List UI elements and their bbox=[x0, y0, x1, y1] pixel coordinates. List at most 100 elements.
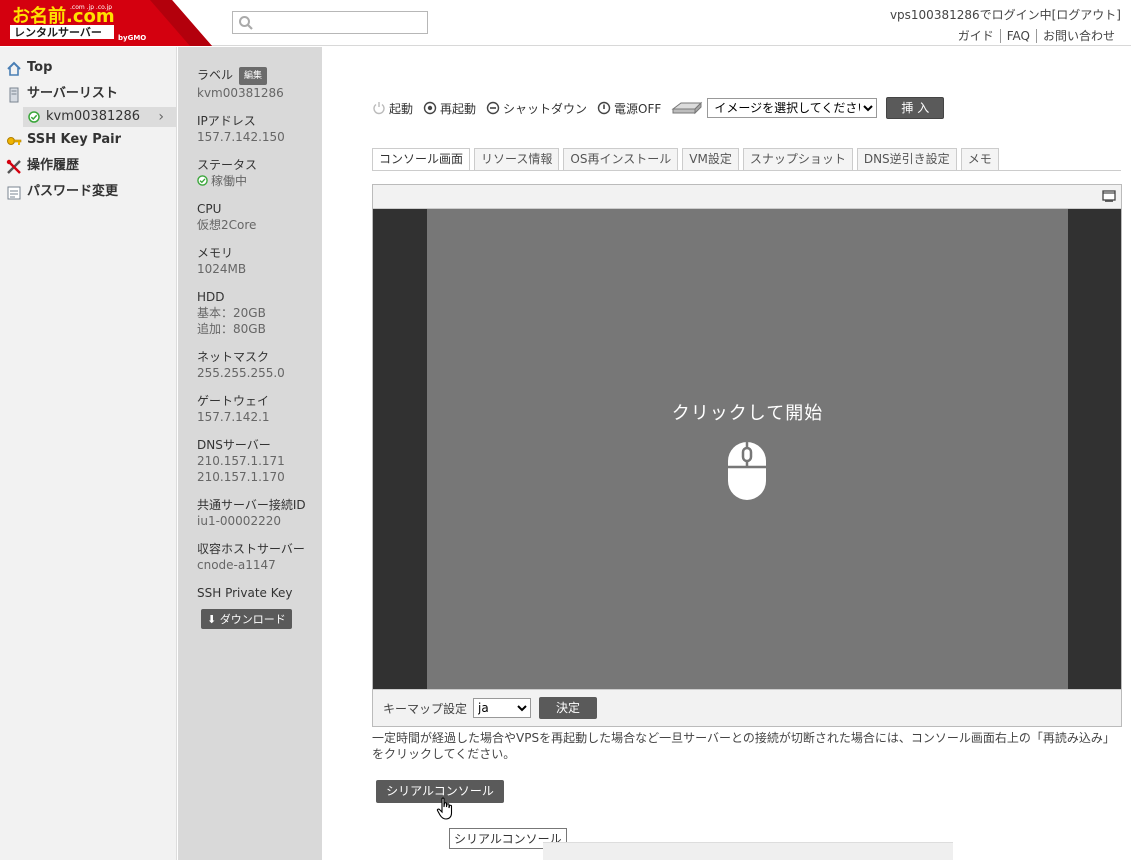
keymap-label: キーマップ設定 bbox=[383, 701, 468, 716]
home-icon bbox=[7, 61, 21, 76]
insert-button[interactable]: 挿 入 bbox=[886, 97, 945, 119]
logo-subtitle-text: レンタルサーバー bbox=[14, 26, 102, 39]
info-netmask: ネットマスク 255.255.255.0 bbox=[197, 349, 322, 381]
power-off-button[interactable]: 電源OFF bbox=[597, 100, 661, 117]
logo[interactable]: お名前.com .com .jp .co.jp レンタルサーバー byGMO bbox=[0, 0, 212, 46]
sidebar-item-top[interactable]: Top bbox=[0, 55, 176, 81]
login-status-text: vps100381286でログイン中 bbox=[889, 8, 1052, 22]
console-screen[interactable]: クリックして開始 bbox=[373, 209, 1121, 689]
keymap-row: キーマップ設定 ja 決定 bbox=[373, 689, 1121, 726]
info-dns: DNSサーバー 210.157.1.171 210.157.1.170 bbox=[197, 437, 322, 485]
console-start-area[interactable]: クリックして開始 bbox=[427, 209, 1068, 689]
hand-cursor-icon bbox=[436, 797, 453, 820]
host-title: 収容ホストサーバー bbox=[197, 542, 305, 556]
download-label: ダウンロード bbox=[219, 613, 286, 626]
sidebar-item-label: 操作履歴 bbox=[27, 158, 80, 173]
reboot-button[interactable]: 再起動 bbox=[423, 100, 476, 117]
tab-memo[interactable]: メモ bbox=[960, 148, 999, 170]
logo-domains-text: .com .jp .co.jp bbox=[70, 4, 112, 11]
header-links: ガイド FAQ お問い合わせ bbox=[890, 27, 1121, 44]
dns-value-2: 210.157.1.170 bbox=[197, 470, 285, 484]
iso-image-select[interactable]: イメージを選択してください bbox=[707, 98, 878, 118]
server-icon bbox=[9, 87, 19, 103]
disk-drive-icon bbox=[671, 101, 703, 115]
download-arrow-icon: ⬇ bbox=[207, 613, 217, 626]
fullscreen-icon[interactable] bbox=[1102, 190, 1116, 202]
memory-value: 1024MB bbox=[197, 262, 247, 276]
console-panel: クリックして開始 キーマップ設定 ja 決定 bbox=[372, 184, 1122, 727]
status-title: ステータス bbox=[197, 158, 258, 172]
memory-title: メモリ bbox=[197, 246, 234, 260]
main-content: 起動 再起動 シャットダウン 電源OFF イメージを選択してください 挿 入 コ… bbox=[322, 47, 1131, 860]
sidebar-item-ssh-key-pair[interactable]: SSH Key Pair bbox=[0, 127, 176, 153]
sidebar-item-selected-server[interactable]: kvm00381286 › bbox=[23, 107, 176, 127]
sidebar-item-password[interactable]: パスワード変更 bbox=[0, 179, 176, 205]
key-icon bbox=[7, 137, 22, 145]
login-status-line: vps100381286でログイン中[ログアウト] bbox=[890, 6, 1121, 23]
power-off-label: 電源OFF bbox=[614, 101, 662, 116]
gateway-title: ゲートウェイ bbox=[197, 394, 270, 408]
shared-id-title: 共通サーバー接続ID bbox=[197, 498, 306, 512]
tab-console[interactable]: コンソール画面 bbox=[372, 148, 471, 170]
label-title: ラベル bbox=[197, 68, 234, 82]
start-button[interactable]: 起動 bbox=[372, 100, 413, 117]
tab-os-reinstall[interactable]: OS再インストール bbox=[563, 148, 679, 170]
tools-icon bbox=[6, 159, 21, 174]
search-box[interactable] bbox=[232, 11, 428, 34]
shutdown-label: シャットダウン bbox=[503, 101, 588, 116]
ssh-key-title: SSH Private Key bbox=[197, 586, 293, 600]
status-ok-icon bbox=[197, 175, 208, 186]
tab-snapshot[interactable]: スナップショット bbox=[742, 148, 853, 170]
shutdown-button[interactable]: シャットダウン bbox=[486, 100, 587, 117]
netmask-value: 255.255.255.0 bbox=[197, 366, 285, 380]
server-info-panel: ラベル 編集 kvm00381286 IPアドレス 157.7.142.150 ス… bbox=[178, 47, 322, 860]
sidebar-item-label: SSH Key Pair bbox=[27, 132, 122, 147]
info-ssh-key: SSH Private Key ⬇ ダウンロード bbox=[197, 585, 322, 629]
tab-resources[interactable]: リソース情報 bbox=[474, 148, 560, 170]
faq-link[interactable]: FAQ bbox=[999, 29, 1036, 43]
info-gateway: ゲートウェイ 157.7.142.1 bbox=[197, 393, 322, 425]
status-ok-icon bbox=[28, 111, 40, 123]
keymap-select[interactable]: ja bbox=[473, 698, 532, 718]
mouse-icon bbox=[728, 442, 766, 500]
shared-id-value: iu1-00002220 bbox=[197, 514, 281, 528]
hdd-title: HDD bbox=[197, 290, 225, 304]
ip-title: IPアドレス bbox=[197, 114, 256, 128]
sidebar-item-label: パスワード変更 bbox=[27, 184, 119, 199]
search-input[interactable] bbox=[233, 12, 427, 33]
guide-link[interactable]: ガイド bbox=[952, 29, 1000, 43]
ip-value: 157.7.142.150 bbox=[197, 130, 285, 144]
netmask-title: ネットマスク bbox=[197, 350, 270, 364]
tab-vm-settings[interactable]: VM設定 bbox=[682, 148, 739, 170]
header: お名前.com .com .jp .co.jp レンタルサーバー byGMO v… bbox=[0, 0, 1131, 46]
info-label: ラベル 編集 kvm00381286 bbox=[197, 67, 322, 101]
info-host: 収容ホストサーバー cnode-a1147 bbox=[197, 541, 322, 573]
info-shared-id: 共通サーバー接続ID iu1-00002220 bbox=[197, 497, 322, 529]
search-icon bbox=[239, 16, 253, 30]
label-value: kvm00381286 bbox=[197, 86, 284, 100]
contact-link[interactable]: お問い合わせ bbox=[1035, 29, 1121, 43]
power-icon bbox=[373, 102, 385, 115]
start-label: 起動 bbox=[389, 101, 414, 116]
download-button[interactable]: ⬇ ダウンロード bbox=[201, 609, 292, 629]
info-memory: メモリ 1024MB bbox=[197, 245, 322, 277]
status-value: 稼働中 bbox=[211, 174, 248, 188]
host-value: cnode-a1147 bbox=[197, 558, 276, 572]
bottom-panel-peek bbox=[543, 842, 953, 860]
logout-link[interactable]: [ログアウト] bbox=[1052, 8, 1121, 22]
tab-divider bbox=[372, 170, 1121, 171]
form-icon bbox=[7, 186, 21, 200]
sidebar-item-server-list[interactable]: サーバーリスト bbox=[0, 81, 176, 107]
sidebar-item-history[interactable]: 操作履歴 bbox=[0, 153, 176, 179]
app-root: お名前.com .com .jp .co.jp レンタルサーバー byGMO v… bbox=[0, 0, 1131, 860]
sidebar-item-label: Top bbox=[27, 60, 53, 75]
reboot-label: 再起動 bbox=[440, 101, 477, 116]
click-to-start-text: クリックして開始 bbox=[671, 403, 824, 424]
edit-label-button[interactable]: 編集 bbox=[239, 67, 268, 85]
cpu-title: CPU bbox=[197, 202, 222, 216]
decide-button[interactable]: 決定 bbox=[539, 697, 598, 719]
tab-bar: コンソール画面 リソース情報 OS再インストール VM設定 スナップショット D… bbox=[372, 148, 1003, 170]
hdd-extra: 追加：80GB bbox=[197, 322, 266, 336]
tab-dns-reverse[interactable]: DNS逆引き設定 bbox=[856, 148, 957, 170]
info-ip: IPアドレス 157.7.142.150 bbox=[197, 113, 322, 145]
